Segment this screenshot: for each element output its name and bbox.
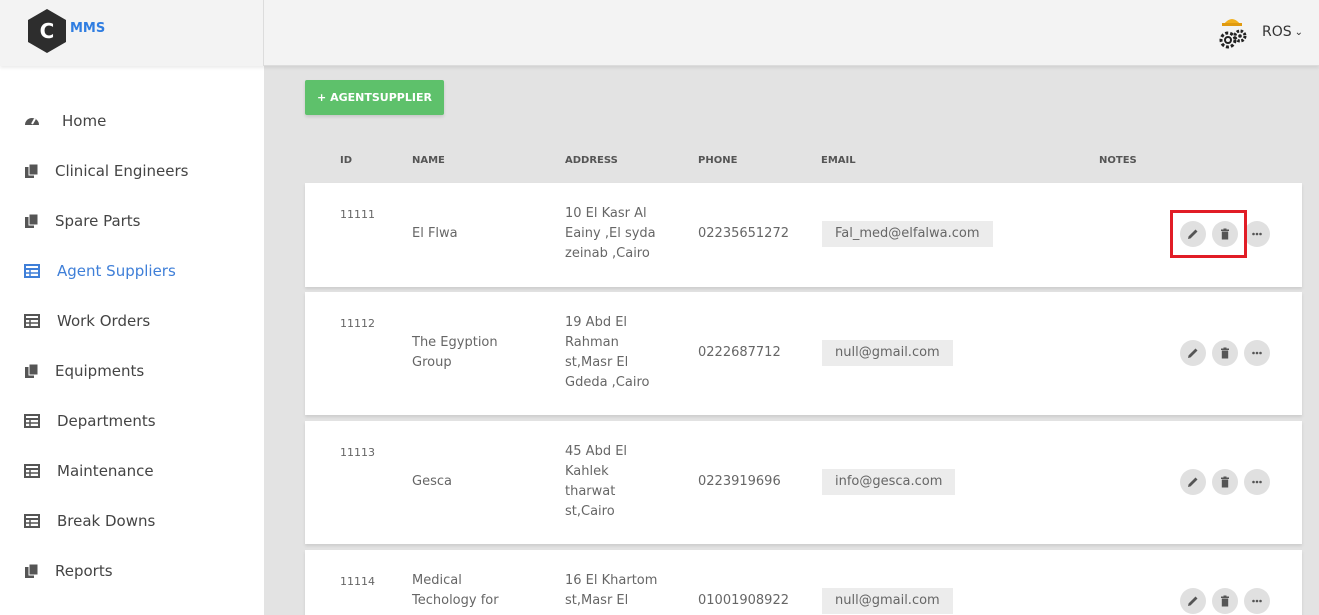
sidebar: Home Clinical Engineers Spare Parts Agen… (0, 66, 264, 615)
cell-email: null@gmail.com (822, 340, 953, 366)
cell-name: The Egyption Group (412, 335, 498, 370)
table-row: 11112 The Egyption Group 19 Abd El Rahma… (305, 292, 1302, 415)
logo-hexagon-icon: C (28, 9, 66, 53)
document-icon (25, 213, 39, 228)
main-content: + AGENTSUPPLIER ID NAME ADDRESS PHONE EM… (264, 66, 1319, 615)
cell-phone: 01001908922 (698, 593, 789, 608)
table-row: 11114 Medical Techology for 16 El Kharto… (305, 550, 1302, 615)
edit-icon (1188, 477, 1198, 487)
sidebar-item-label: Spare Parts (55, 212, 141, 230)
more-button[interactable] (1244, 588, 1270, 614)
sidebar-item-label: Work Orders (57, 312, 151, 330)
column-header-notes: NOTES (1099, 155, 1137, 166)
more-button[interactable] (1244, 469, 1270, 495)
more-icon (1252, 351, 1262, 355)
brand-name: MMS (70, 21, 106, 36)
edit-button[interactable] (1180, 469, 1206, 495)
sidebar-item-label: Clinical Engineers (55, 162, 189, 180)
more-icon (1252, 599, 1262, 603)
cell-email: info@gesca.com (822, 469, 956, 495)
sidebar-item-agent-suppliers[interactable]: Agent Suppliers (0, 251, 264, 291)
delete-icon (1221, 347, 1229, 359)
more-button[interactable] (1244, 221, 1270, 247)
logo-letter: C (40, 19, 55, 43)
table-row: 11113 Gesca 45 Abd El Kahlek tharwat st,… (305, 421, 1302, 544)
edit-icon (1188, 596, 1198, 606)
column-header-email: EMAIL (821, 155, 856, 166)
sidebar-item-break-downs[interactable]: Break Downs (0, 501, 264, 541)
cell-id: 11111 (340, 208, 375, 221)
cell-address: 19 Abd El Rahman st,Masr El Gdeda ,Cairo (565, 315, 650, 390)
table-icon (24, 264, 40, 278)
table-icon (24, 414, 40, 428)
brand-area[interactable]: C MMS (0, 0, 264, 66)
sidebar-item-work-orders[interactable]: Work Orders (0, 301, 264, 341)
cell-name: Medical Techology for (412, 573, 499, 608)
sidebar-item-label: Home (62, 112, 107, 130)
cell-name: Gesca (412, 474, 452, 489)
edit-icon (1188, 348, 1198, 358)
cell-name: El Flwa (412, 226, 458, 241)
edit-button[interactable] (1180, 588, 1206, 614)
sidebar-item-departments[interactable]: Departments (0, 401, 264, 441)
sidebar-item-spare-parts[interactable]: Spare Parts (0, 201, 264, 241)
table-icon (24, 464, 40, 478)
sidebar-item-label: Reports (55, 562, 113, 580)
top-header: C MMS ROS ⌄ (0, 0, 1319, 66)
sidebar-item-label: Agent Suppliers (57, 262, 176, 280)
worker-gears-icon (1219, 19, 1247, 49)
add-agent-supplier-button[interactable]: + AGENTSUPPLIER (305, 80, 444, 115)
sidebar-item-label: Departments (57, 412, 156, 430)
delete-icon (1221, 595, 1229, 607)
delete-button[interactable] (1212, 469, 1238, 495)
document-icon (25, 563, 39, 578)
delete-button[interactable] (1212, 588, 1238, 614)
user-menu[interactable]: ROS ⌄ (1212, 10, 1303, 54)
delete-icon (1221, 476, 1229, 488)
cell-id: 11113 (340, 446, 375, 459)
edit-button[interactable] (1180, 340, 1206, 366)
highlight-box (1170, 210, 1247, 258)
column-header-address: ADDRESS (565, 155, 618, 166)
user-name: ROS (1261, 24, 1292, 40)
cell-email: null@gmail.com (822, 588, 953, 614)
cell-phone: 0222687712 (698, 345, 781, 360)
more-button[interactable] (1244, 340, 1270, 366)
cell-phone: 0223919696 (698, 474, 781, 489)
dashboard-icon (25, 118, 39, 125)
sidebar-item-clinical-engineers[interactable]: Clinical Engineers (0, 151, 264, 191)
sidebar-item-equipments[interactable]: Equipments (0, 351, 264, 391)
sidebar-item-maintenance[interactable]: Maintenance (0, 451, 264, 491)
document-icon (25, 363, 39, 378)
cell-address: 16 El Khartom st,Masr El (565, 573, 658, 608)
cell-id: 11112 (340, 317, 375, 330)
sidebar-item-home[interactable]: Home (0, 101, 264, 141)
chevron-down-icon: ⌄ (1294, 26, 1303, 38)
table-icon (24, 314, 40, 328)
cell-email: Fal_med@elfalwa.com (822, 221, 993, 247)
table-row: 11111 El Flwa 10 El Kasr Al Eainy ,El sy… (305, 183, 1302, 287)
cell-id: 11114 (340, 575, 375, 588)
column-header-phone: PHONE (698, 155, 738, 166)
more-icon (1252, 480, 1262, 484)
cell-phone: 02235651272 (698, 226, 789, 241)
column-header-name: NAME (412, 155, 445, 166)
sidebar-item-reports[interactable]: Reports (0, 551, 264, 591)
more-icon (1252, 232, 1262, 236)
column-header-id: ID (340, 155, 353, 166)
delete-button[interactable] (1212, 340, 1238, 366)
cell-address: 10 El Kasr Al Eainy ,El syda zeinab ,Cai… (565, 206, 656, 261)
sidebar-item-label: Equipments (55, 362, 145, 380)
cell-address: 45 Abd El Kahlek tharwat st,Cairo (565, 444, 628, 519)
table-icon (24, 514, 40, 528)
sidebar-item-label: Maintenance (57, 462, 154, 480)
sidebar-item-label: Break Downs (57, 512, 156, 530)
document-icon (25, 163, 39, 178)
